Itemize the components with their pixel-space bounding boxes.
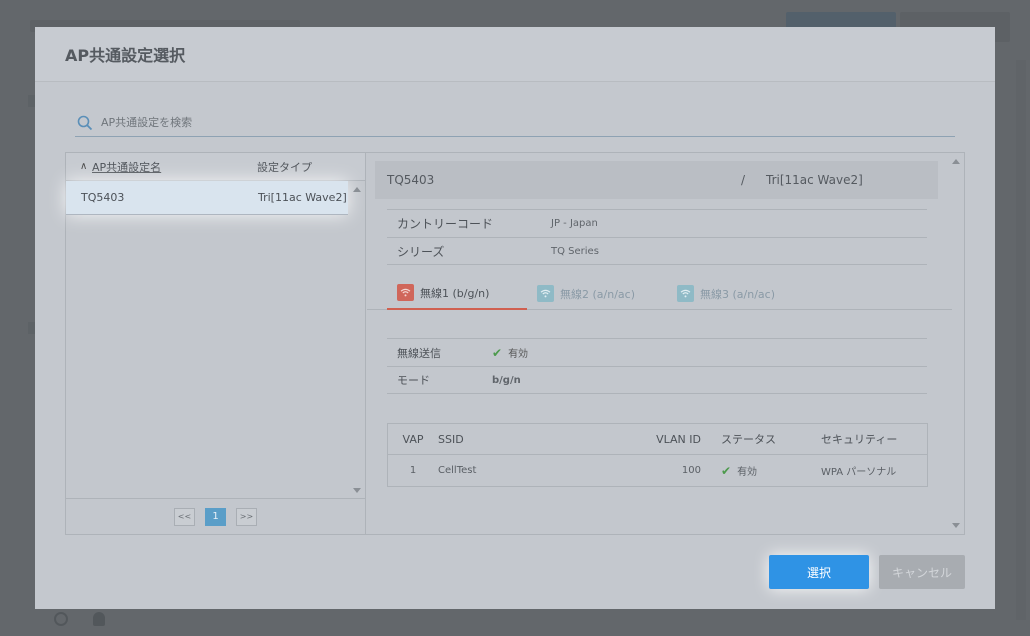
info-value: TQ Series bbox=[551, 245, 599, 257]
search-input[interactable] bbox=[101, 116, 901, 129]
radio-row-tx: 無線送信 ✔ 有効 bbox=[387, 338, 927, 366]
next-page-button[interactable]: >> bbox=[236, 507, 257, 526]
page-button-current[interactable]: 1 bbox=[205, 507, 226, 526]
radio-tabs: 無線1 (b/g/n) 無線2 (a/n/ac) 無線3 (a/n/ac) bbox=[367, 277, 952, 310]
check-icon: ✔ bbox=[721, 463, 732, 478]
security-cell: WPA パーソナル bbox=[821, 467, 897, 478]
detail-separator: / bbox=[741, 173, 746, 187]
search-icon bbox=[77, 115, 93, 131]
column-header-ssid: SSID bbox=[438, 432, 464, 446]
vlan-cell: 100 bbox=[681, 465, 701, 476]
tab-label: 無線1 (b/g/n) bbox=[420, 286, 490, 300]
detail-config-type: Tri[11ac Wave2] bbox=[766, 173, 863, 187]
scroll-down-icon[interactable] bbox=[353, 488, 361, 493]
status-cell: ✔ 有効 bbox=[721, 463, 821, 479]
config-list: ∧ AP共通設定名 設定タイプ TQ5403 Tri[11ac Wave2] <… bbox=[66, 153, 366, 534]
column-header-name[interactable]: AP共通設定名 bbox=[92, 159, 257, 175]
list-scrollbar[interactable] bbox=[349, 181, 365, 499]
detail-config-name: TQ5403 bbox=[387, 173, 435, 187]
ssid-cell: CellTest bbox=[438, 465, 477, 476]
info-label: シリーズ bbox=[397, 244, 445, 259]
radio-label: モード bbox=[397, 374, 430, 387]
tab-radio-3[interactable]: 無線3 (a/n/ac) bbox=[677, 277, 775, 310]
radio-row-mode: モード b/g/n bbox=[387, 366, 927, 394]
radio-settings: 無線送信 ✔ 有効 モード b/g/n bbox=[387, 338, 927, 394]
pagination: << 1 >> bbox=[66, 498, 365, 534]
list-item-name: TQ5403 bbox=[81, 191, 125, 204]
list-item-type: Tri[11ac Wave2] bbox=[258, 191, 347, 204]
info-value: JP - Japan bbox=[551, 218, 598, 229]
ap-config-select-dialog: AP共通設定選択 ∧ AP共通設定名 設定タイプ TQ5403 Tri[11ac… bbox=[35, 27, 995, 609]
scroll-up-icon[interactable] bbox=[353, 187, 361, 192]
dialog-header: AP共通設定選択 bbox=[35, 27, 995, 82]
column-header-type[interactable]: 設定タイプ bbox=[257, 159, 312, 175]
table-row: 1 CellTest 100 ✔ 有効 WPA パーソナル bbox=[388, 455, 927, 486]
column-header-security: セキュリティー bbox=[821, 433, 898, 446]
column-header-vap: VAP bbox=[402, 432, 424, 446]
tab-radio-1[interactable]: 無線1 (b/g/n) bbox=[387, 277, 527, 310]
config-detail: TQ5403 / Tri[11ac Wave2] カントリーコード JP - J… bbox=[367, 153, 964, 534]
detail-header: TQ5403 / Tri[11ac Wave2] bbox=[375, 161, 938, 199]
vap-table-header: VAP SSID VLAN ID ステータス セキュリティー bbox=[388, 424, 927, 455]
check-icon: ✔ bbox=[492, 345, 503, 360]
selection-panel: ∧ AP共通設定名 設定タイプ TQ5403 Tri[11ac Wave2] <… bbox=[65, 152, 965, 535]
tab-label: 無線3 (a/n/ac) bbox=[700, 287, 775, 301]
select-button[interactable]: 選択 bbox=[769, 555, 869, 589]
status-value: 有効 bbox=[737, 467, 758, 478]
vap-table: VAP SSID VLAN ID ステータス セキュリティー 1 CellTes… bbox=[387, 423, 928, 487]
sort-ascending-icon[interactable]: ∧ bbox=[80, 161, 92, 172]
list-item[interactable]: TQ5403 Tri[11ac Wave2] bbox=[66, 181, 348, 215]
radio-mode-value: b/g/n bbox=[492, 374, 521, 386]
scroll-down-icon[interactable] bbox=[952, 523, 960, 528]
radio-value: ✔ 有効 bbox=[492, 345, 529, 361]
search-bar bbox=[75, 109, 955, 137]
column-header-status: ステータス bbox=[721, 433, 776, 446]
detail-scrollbar[interactable] bbox=[948, 153, 964, 534]
list-header: ∧ AP共通設定名 設定タイプ bbox=[66, 153, 365, 181]
radio-label: 無線送信 bbox=[397, 346, 441, 360]
info-row-series: シリーズ TQ Series bbox=[387, 237, 927, 265]
column-header-vlan: VLAN ID bbox=[656, 432, 701, 446]
wifi-icon bbox=[397, 284, 414, 301]
info-table: カントリーコード JP - Japan シリーズ TQ Series bbox=[387, 209, 927, 265]
tab-label: 無線2 (a/n/ac) bbox=[560, 287, 635, 301]
wifi-icon bbox=[677, 285, 694, 302]
tab-radio-2[interactable]: 無線2 (a/n/ac) bbox=[537, 277, 635, 310]
wifi-icon bbox=[537, 285, 554, 302]
info-row-country: カントリーコード JP - Japan bbox=[387, 209, 927, 237]
prev-page-button[interactable]: << bbox=[174, 507, 195, 526]
info-label: カントリーコード bbox=[397, 217, 494, 231]
cancel-button[interactable]: キャンセル bbox=[879, 555, 965, 589]
vap-cell: 1 bbox=[409, 465, 417, 476]
dialog-title: AP共通設定選択 bbox=[65, 46, 186, 65]
scroll-up-icon[interactable] bbox=[952, 159, 960, 164]
radio-tx-value: 有効 bbox=[508, 349, 529, 360]
